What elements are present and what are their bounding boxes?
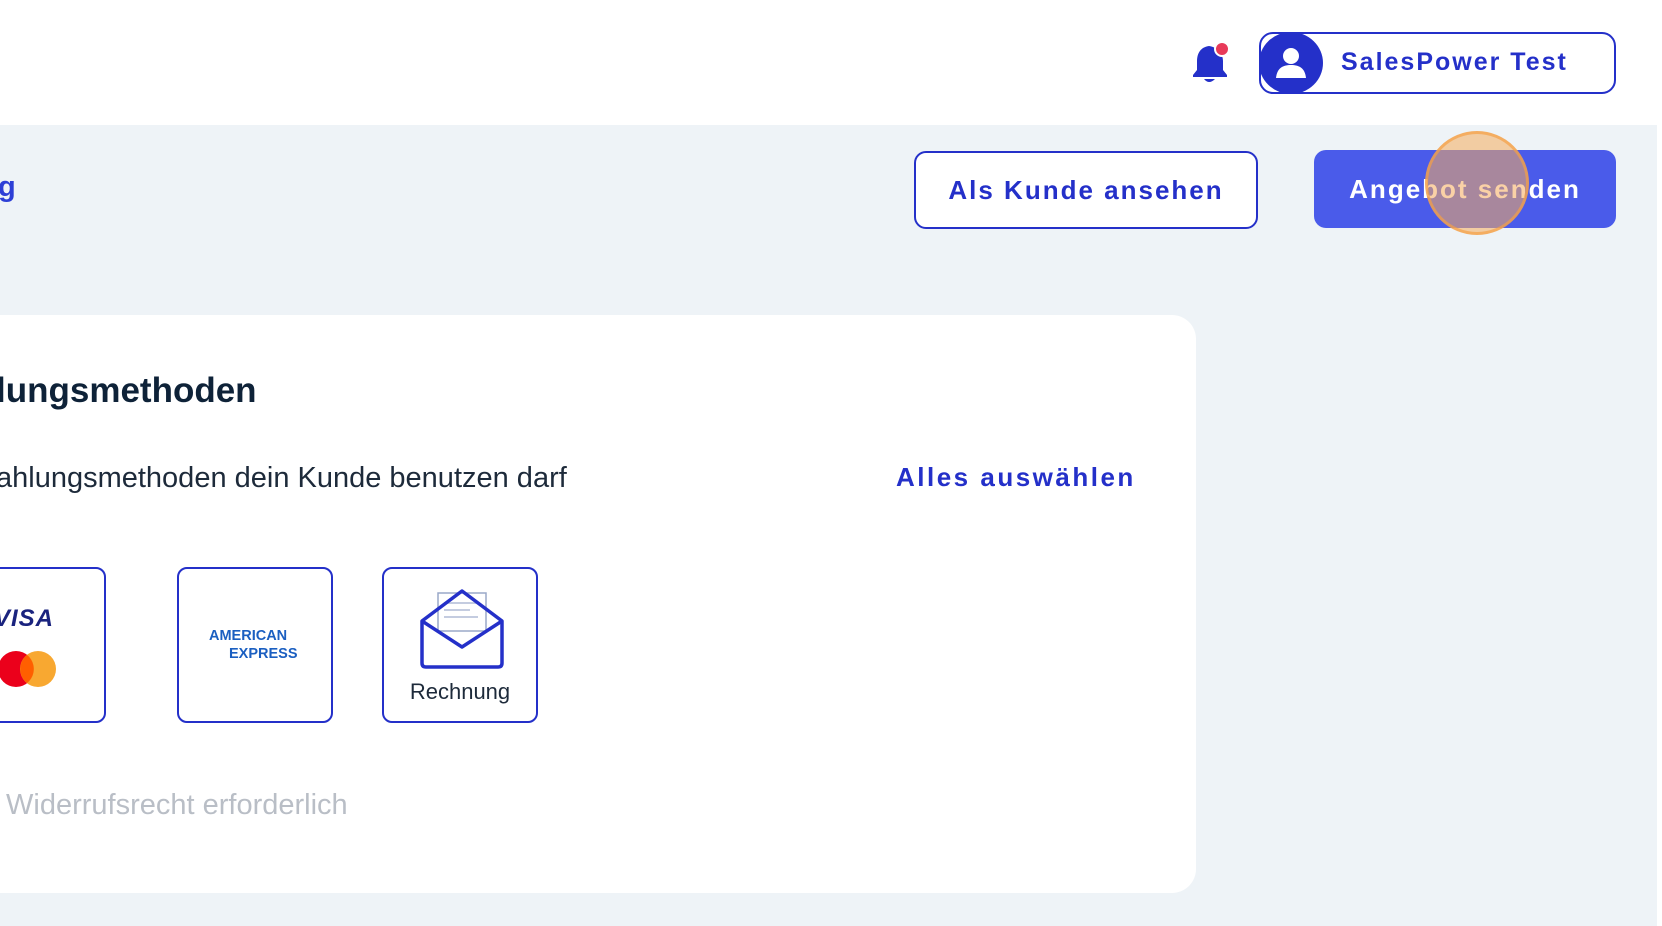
user-menu-button[interactable]: SalesPower Test bbox=[1259, 32, 1616, 94]
user-avatar-icon bbox=[1259, 32, 1323, 94]
mastercard-logo bbox=[0, 651, 56, 687]
withdrawal-right-option[interactable]: Widerrufsrecht erforderlich bbox=[6, 789, 348, 822]
payment-methods-card: lungsmethoden ahlungsmethoden dein Kunde… bbox=[0, 315, 1196, 893]
window-edge bbox=[1657, 0, 1662, 926]
send-offer-button[interactable]: Angebot senden bbox=[1314, 150, 1616, 228]
invoice-label: Rechnung bbox=[409, 679, 511, 704]
user-name: SalesPower Test bbox=[1341, 48, 1568, 76]
envelope-icon bbox=[420, 589, 504, 669]
visa-logo: VISA bbox=[0, 605, 55, 632]
view-as-customer-button[interactable]: Als Kunde ansehen bbox=[914, 151, 1258, 229]
notification-bell-icon[interactable] bbox=[1189, 40, 1233, 86]
payment-method-amex[interactable]: AMERICAN EXPRESS bbox=[177, 567, 333, 723]
page-title: g bbox=[0, 171, 16, 203]
amex-logo: AMERICAN EXPRESS bbox=[209, 628, 298, 662]
card-title: lungsmethoden bbox=[0, 371, 257, 410]
top-header: SalesPower Test bbox=[0, 0, 1657, 125]
card-subtitle: ahlungsmethoden dein Kunde benutzen darf bbox=[0, 462, 567, 494]
payment-method-invoice[interactable]: Rechnung bbox=[382, 567, 538, 723]
select-all-link[interactable]: Alles auswählen bbox=[896, 462, 1136, 493]
payment-method-visa-mastercard[interactable]: VISA bbox=[0, 567, 106, 723]
app-window: SalesPower Test g Als Kunde ansehen Ange… bbox=[0, 0, 1662, 926]
content-area: g Als Kunde ansehen Angebot senden lungs… bbox=[0, 125, 1657, 926]
